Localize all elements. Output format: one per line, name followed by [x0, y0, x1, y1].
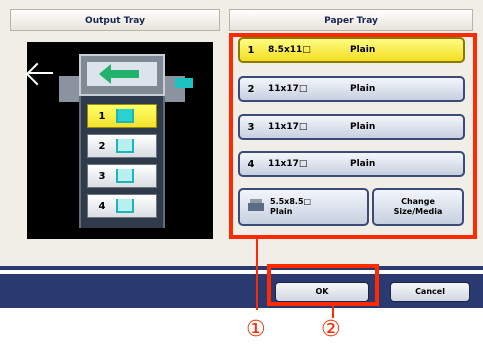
machine-top [79, 54, 165, 96]
output-tray-2[interactable]: 2 [87, 134, 157, 158]
output-tray-1[interactable]: 1 [87, 104, 157, 128]
paper-stack-icon [175, 78, 193, 88]
callout-number-1: ① [246, 317, 266, 342]
output-tray-num: 2 [98, 140, 106, 152]
tray-bin-icon [116, 109, 134, 123]
green-arrow-icon [99, 64, 139, 84]
machine-body: 1 2 3 4 [79, 96, 165, 228]
tray-bin-icon [116, 199, 134, 213]
tray-bin-icon [116, 169, 134, 183]
callout-number-2: ② [321, 317, 341, 342]
output-tray-num: 3 [98, 170, 106, 182]
callout-line-1 [256, 239, 258, 310]
machine-top-panel [87, 62, 157, 86]
tray-bin-icon [116, 139, 134, 153]
output-tray-num: 1 [98, 110, 106, 122]
cancel-button[interactable]: Cancel [390, 282, 470, 302]
paper-tray-title: Paper Tray [229, 9, 473, 31]
highlight-box-ok [267, 264, 379, 306]
output-arrow-icon [29, 72, 53, 88]
highlight-box-paper-tray [229, 33, 477, 239]
output-tray-3[interactable]: 3 [87, 164, 157, 188]
output-tray-title: Output Tray [10, 9, 220, 31]
machine-diagram: 1 2 3 4 [27, 42, 213, 239]
output-tray-num: 4 [98, 200, 106, 212]
output-tray-4[interactable]: 4 [87, 194, 157, 218]
